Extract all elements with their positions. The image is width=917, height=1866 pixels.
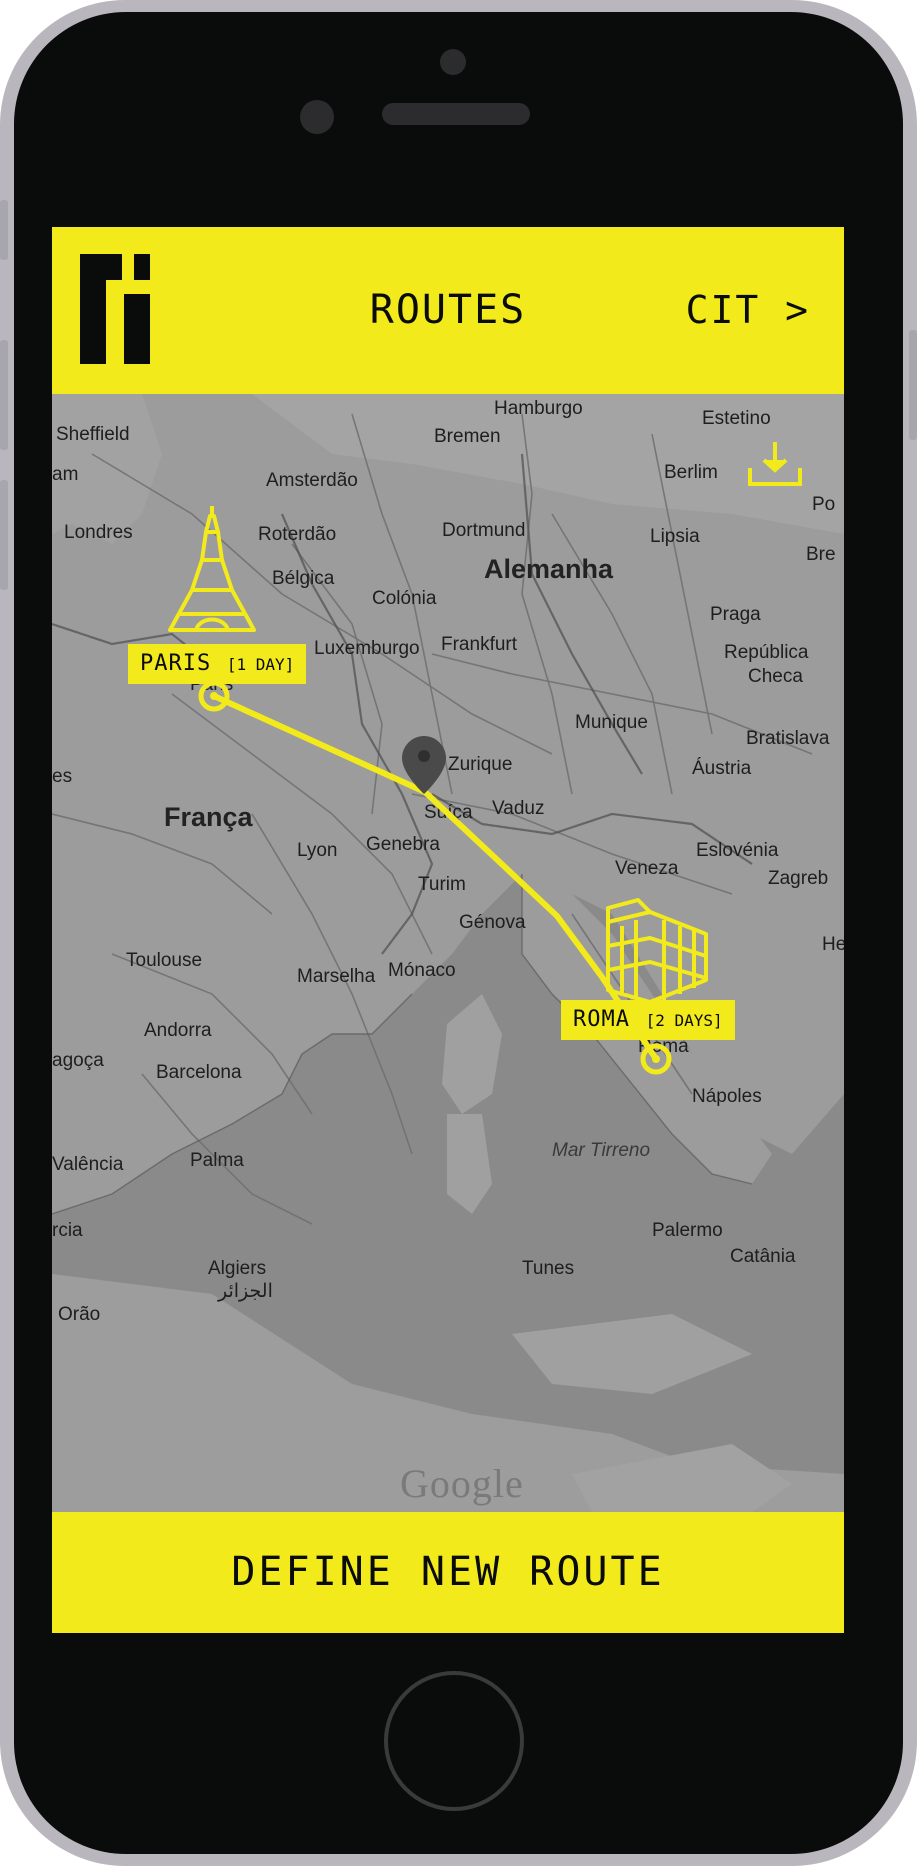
map-label-turim: Turim [418, 874, 466, 895]
map-label-genebra: Genebra [366, 834, 440, 855]
map-label-dortmund: Dortmund [442, 520, 526, 541]
map-label-bre: Bre [806, 544, 836, 565]
map-label-genova: Génova [459, 912, 526, 933]
map-label-zurique: Zurique [448, 754, 513, 775]
map-label-monaco: Mónaco [388, 960, 456, 981]
map-label-belgica: Bélgica [272, 568, 335, 589]
map-label-marselha: Marselha [297, 966, 376, 987]
map-label-napoles: Nápoles [692, 1086, 762, 1107]
map-label-es: es [52, 766, 73, 787]
map-label-barcelona: Barcelona [156, 1062, 242, 1083]
stop-name: ROMA [573, 1007, 630, 1032]
map-label-berlim: Berlim [664, 462, 718, 483]
map-label-frankfurt: Frankfurt [441, 634, 518, 655]
map-label-po: Po [812, 494, 836, 515]
side-button-left-1 [0, 200, 8, 260]
map-label-hamburgo: Hamburgo [494, 398, 583, 419]
map-label-franca: França [164, 802, 253, 832]
stop-name: PARIS [140, 651, 212, 676]
side-button-left-3 [0, 480, 8, 590]
map-label-bremen: Bremen [434, 426, 501, 447]
roma-stop-tag[interactable]: ROMA [2 DAYS] [561, 1000, 735, 1040]
next-section-button[interactable]: CIT > [686, 227, 810, 394]
paris-stop-tag[interactable]: PARIS [1 DAY] [128, 644, 307, 684]
download-icon [748, 442, 802, 486]
define-new-route-button[interactable]: DEFINE NEW ROUTE [52, 1512, 844, 1633]
route-map[interactable]: Hamburgo Bremen Estetino Berlim Sheffiel… [52, 394, 844, 1512]
app-screen: ROUTES CIT > Hamburgo Bremen Estetino Be… [52, 227, 844, 1633]
map-label-suica: Suíça [424, 802, 473, 823]
home-button[interactable] [384, 1671, 524, 1811]
map-label-agoca: agoça [52, 1050, 104, 1071]
download-route-button[interactable] [746, 438, 804, 490]
map-label-lyon: Lyon [297, 840, 338, 861]
map-label-zagreb: Zagreb [768, 868, 829, 889]
map-credit: Google [400, 1461, 524, 1506]
front-sensor [440, 49, 466, 75]
map-label-estetino: Estetino [702, 408, 771, 429]
map-label-colonia: Colónia [372, 588, 437, 609]
map-label-checa: Checa [748, 666, 803, 687]
map-label-luxemburgo: Luxemburgo [314, 638, 420, 659]
map-label-orao: Orão [58, 1304, 101, 1325]
map-label-eslovenia: Eslovénia [696, 840, 779, 861]
map-label-londres: Londres [64, 522, 133, 543]
map-label-argel: Algiers [208, 1258, 267, 1279]
map-label-am: am [52, 464, 79, 485]
map-label-vaduz: Vaduz [492, 798, 545, 819]
map-label-veneza: Veneza [615, 858, 679, 879]
map-label-mar-tirreno: Mar Tirreno [552, 1140, 651, 1161]
top-bar: ROUTES CIT > [52, 227, 844, 394]
map-label-lipsia: Lipsia [650, 526, 700, 547]
map-label-praga: Praga [710, 604, 761, 625]
map-label-amsterdao: Amsterdão [266, 470, 358, 491]
map-label-argel-arabic: الجزائر [218, 1281, 273, 1302]
map-label-catania: Catânia [730, 1246, 796, 1267]
side-button-right [909, 330, 917, 440]
map-label-munique: Munique [575, 712, 648, 733]
map-label-he: He [822, 934, 844, 955]
map-label-republica: República [724, 642, 809, 663]
stop-duration: [1 DAY] [226, 655, 295, 674]
side-button-left-2 [0, 340, 8, 450]
map-label-tunes: Tunes [522, 1258, 575, 1279]
map-label-rcia: rcia [52, 1220, 83, 1241]
map-label-palma: Palma [190, 1150, 244, 1171]
map-label-sheffield: Sheffield [56, 424, 130, 445]
earpiece-speaker [382, 103, 530, 125]
map-label-austria: Áustria [692, 758, 752, 779]
map-label-roterdao: Roterdão [258, 524, 337, 545]
map-label-alemanha: Alemanha [484, 554, 614, 584]
map-label-andorra: Andorra [144, 1020, 212, 1041]
map-label-bratislava: Bratislava [746, 728, 830, 749]
map-label-valencia: Valência [52, 1154, 124, 1175]
map-label-toulouse: Toulouse [126, 950, 203, 971]
stop-duration: [2 DAYS] [645, 1011, 723, 1030]
front-camera [300, 100, 334, 134]
map-label-palermo: Palermo [652, 1220, 723, 1241]
